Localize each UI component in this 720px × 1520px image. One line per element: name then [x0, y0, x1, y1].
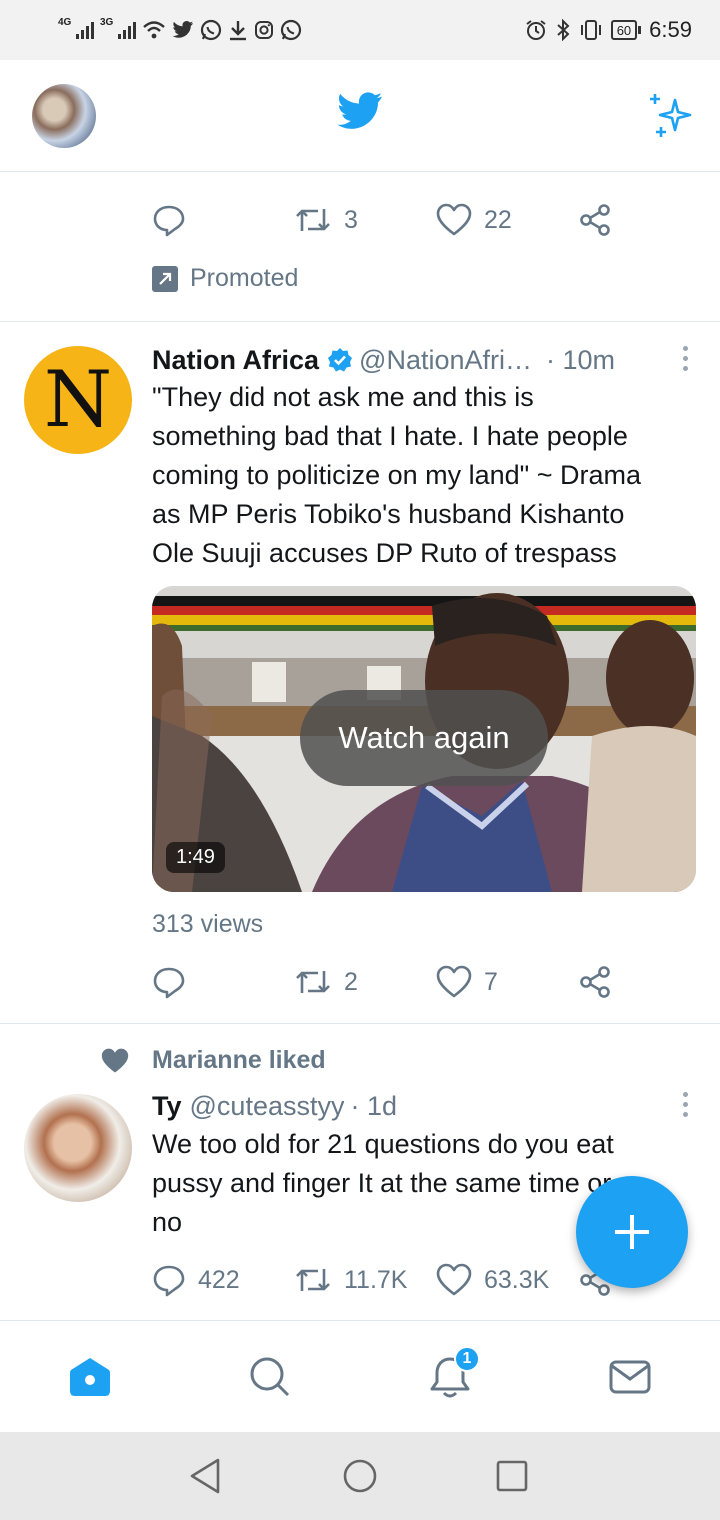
promoted-label: Promoted	[190, 264, 299, 292]
retweet-icon	[296, 209, 330, 231]
tweet-text-line: Ole Suuji accuses DP Ruto of trespass	[152, 538, 617, 568]
share-icon	[580, 966, 610, 998]
tweet-text-line: We too old for 21 questions do you eat	[152, 1129, 614, 1159]
retweet-button[interactable]: 3	[294, 200, 358, 240]
tweet-text-line: coming to politicize on my land" ~ Drama	[152, 460, 642, 490]
heart-icon	[436, 965, 472, 998]
promoted-tweet[interactable]: 3 22 Promoted	[0, 172, 720, 322]
like-button[interactable]: 63.3K	[436, 1260, 549, 1300]
video-duration: 1:49	[166, 842, 225, 873]
heart-filled-icon	[101, 1048, 129, 1073]
like-button[interactable]: 22	[436, 200, 512, 240]
liked-by-label[interactable]: Marianne liked	[152, 1046, 326, 1075]
notifications-badge: 1	[454, 1346, 480, 1372]
clock: 6:59	[649, 17, 692, 42]
author-name[interactable]: Nation Africa	[152, 345, 319, 376]
instagram-icon	[255, 21, 273, 39]
tweet-text-line: as MP Peris Tobiko's husband Kishanto	[152, 499, 625, 529]
tab-home[interactable]	[30, 1321, 150, 1433]
share-button[interactable]	[578, 200, 612, 240]
tweet-actions: 3 22	[152, 200, 622, 240]
social-context: Marianne liked	[100, 1046, 326, 1075]
system-navigation-bar	[0, 1432, 720, 1520]
download-icon	[230, 21, 246, 41]
profile-avatar-button[interactable]	[32, 84, 96, 148]
app-header	[0, 60, 720, 172]
reply-button[interactable]: 422	[152, 1260, 240, 1300]
author-name[interactable]: Ty	[152, 1091, 182, 1122]
twitter-notification-icon	[172, 21, 194, 38]
like-button[interactable]: 7	[436, 962, 498, 1002]
retweet-count: 2	[344, 967, 358, 996]
sparkle-icon[interactable]	[646, 90, 696, 140]
heart-icon	[436, 1263, 472, 1296]
tweet-time[interactable]: · 10m	[546, 345, 615, 376]
author-handle[interactable]: @NationAfri…	[359, 345, 532, 376]
video-player[interactable]: Watch again 1:49	[152, 586, 696, 892]
tweet-card[interactable]: N Nation Africa @NationAfri… · 10m "They…	[0, 322, 720, 1024]
share-icon	[580, 204, 610, 236]
tab-notifications[interactable]: 1	[390, 1321, 510, 1433]
like-count: 63.3K	[484, 1265, 550, 1294]
home-icon	[70, 1358, 110, 1396]
tab-messages[interactable]	[570, 1321, 690, 1433]
back-icon[interactable]	[188, 1456, 224, 1496]
status-right-icons: 60 6:59	[525, 14, 692, 46]
reply-button[interactable]	[152, 200, 186, 240]
reply-button[interactable]	[152, 962, 186, 1002]
share-button[interactable]	[578, 962, 612, 1002]
tweet-actions: 2 7	[152, 962, 622, 1002]
home-circle-icon[interactable]	[342, 1456, 378, 1496]
verified-badge-icon	[327, 347, 353, 373]
author-avatar[interactable]: N	[24, 346, 132, 454]
reply-icon	[153, 1265, 185, 1297]
status-bar: 4G 3G 60 6:59	[0, 0, 720, 60]
bottom-navigation: 1	[0, 1320, 720, 1432]
tab-search[interactable]	[210, 1321, 330, 1433]
wifi-icon	[143, 21, 165, 39]
author-handle[interactable]: @cuteasstyy	[190, 1091, 345, 1122]
promoted-arrow-icon	[152, 265, 178, 292]
tweet-actions: 422 11.7K 63.3K	[152, 1260, 622, 1300]
retweet-count: 11.7K	[344, 1265, 408, 1294]
tweet-text: "They did not ask me and this is somethi…	[152, 378, 697, 573]
promoted-label-row: Promoted	[152, 264, 298, 293]
search-icon	[250, 1357, 290, 1397]
battery-indicator: 60	[610, 20, 638, 40]
tweet-time[interactable]: · 1d	[350, 1091, 397, 1122]
more-options-icon[interactable]	[683, 346, 688, 371]
tweet-header: Ty @cuteasstyy · 1d	[152, 1086, 692, 1126]
retweet-button[interactable]: 2	[294, 962, 358, 1002]
heart-icon	[436, 203, 472, 236]
reply-icon	[153, 967, 185, 999]
tweet-header: Nation Africa @NationAfri… · 10m	[152, 340, 692, 380]
reply-count: 422	[198, 1265, 240, 1294]
signal-icon: 4G	[58, 17, 94, 39]
compose-tweet-button[interactable]	[576, 1176, 688, 1288]
tweet-text-line: "They did not ask me and this is	[152, 382, 534, 412]
watch-again-button[interactable]: Watch again	[300, 690, 548, 786]
bluetooth-icon	[557, 19, 570, 41]
view-count: 313 views	[152, 910, 264, 938]
twitter-bird-icon[interactable]	[337, 92, 383, 130]
more-options-icon[interactable]	[683, 1092, 688, 1117]
retweet-button[interactable]: 11.7K	[294, 1260, 407, 1300]
whatsapp-icon	[200, 19, 222, 41]
plus-icon	[615, 1215, 649, 1249]
retweet-icon	[296, 1269, 330, 1291]
recents-icon[interactable]	[494, 1456, 530, 1496]
mail-icon	[609, 1360, 651, 1394]
like-count: 22	[484, 205, 512, 234]
author-avatar[interactable]	[24, 1094, 132, 1202]
like-count: 7	[484, 967, 498, 996]
vibrate-icon	[580, 20, 601, 40]
tweet-text-line: something bad that I hate. I hate people	[152, 421, 628, 451]
retweet-count: 3	[344, 205, 358, 234]
reply-icon	[153, 205, 185, 237]
signal-icon-2: 3G	[100, 17, 136, 39]
retweet-icon	[296, 971, 330, 993]
alarm-icon	[526, 20, 546, 40]
status-left-icons: 4G 3G	[58, 14, 302, 46]
whatsapp-icon-2	[280, 19, 302, 41]
